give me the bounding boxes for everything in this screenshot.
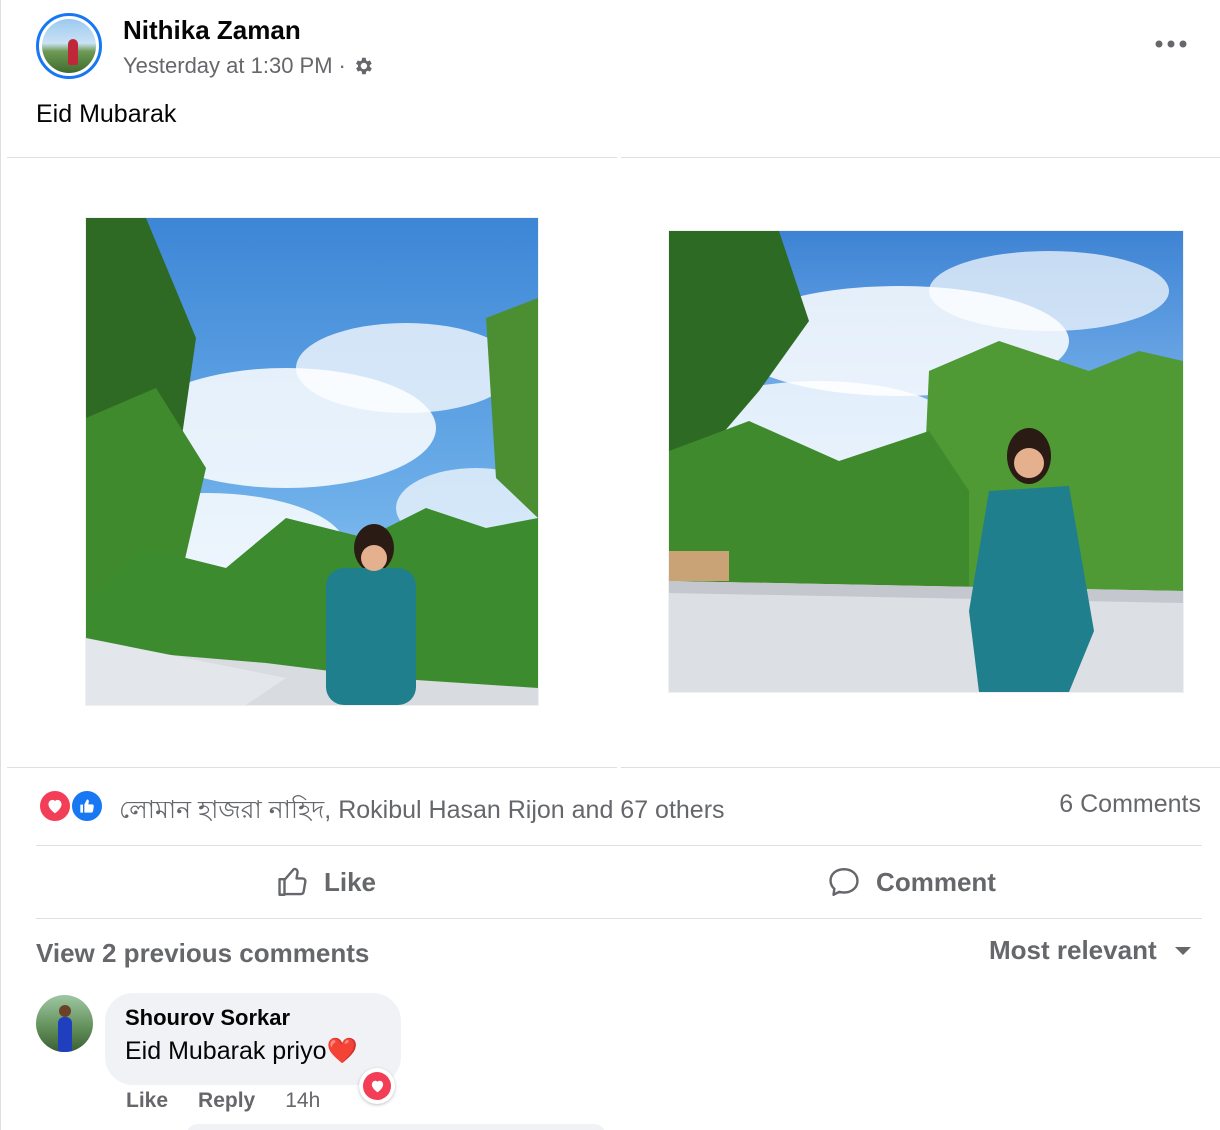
divider — [36, 845, 1202, 846]
like-reaction-icon — [70, 789, 104, 823]
next-comment-bubble — [186, 1124, 606, 1130]
comment-sort-dropdown[interactable]: Most relevant — [989, 935, 1193, 966]
more-options-button[interactable] — [1151, 28, 1191, 60]
photo-2[interactable] — [669, 231, 1183, 692]
post-text: Eid Mubarak — [36, 100, 177, 128]
comment-time[interactable]: 14h — [285, 1089, 320, 1113]
post-card: Nithika Zaman Yesterday at 1:30 PM · Eid… — [0, 0, 1220, 1130]
like-button-label: Like — [323, 866, 377, 897]
author-name[interactable]: Nithika Zaman — [123, 15, 301, 46]
comment-bubble: Shourov Sorkar Eid Mubarak priyo❤️ — [105, 993, 401, 1085]
comment-text: Eid Mubarak priyo❤️ — [125, 1037, 381, 1066]
post-timestamp[interactable]: Yesterday at 1:30 PM — [123, 53, 333, 79]
photo-1[interactable] — [86, 218, 538, 705]
reaction-icons[interactable] — [38, 789, 108, 825]
love-reaction-icon — [363, 1072, 391, 1100]
comment-actions: Like Reply 14h — [126, 1089, 320, 1113]
photo-cell-2[interactable] — [621, 159, 1220, 767]
heart-emoji: ❤️ — [326, 1037, 358, 1065]
divider — [621, 157, 1220, 158]
author-avatar[interactable] — [36, 13, 102, 79]
caret-down-icon — [1174, 946, 1191, 955]
divider — [621, 767, 1220, 768]
commenter-name[interactable]: Shourov Sorkar — [125, 1005, 381, 1031]
author-avatar-image — [42, 19, 96, 73]
comment-text-body: Eid Mubarak priyo — [125, 1037, 327, 1065]
comment-icon — [829, 868, 859, 896]
love-reaction-icon — [38, 789, 72, 823]
comment-button[interactable]: Comment — [616, 850, 1206, 914]
gear-icon[interactable] — [352, 55, 374, 77]
comment-reply-button[interactable]: Reply — [198, 1089, 255, 1113]
more-icon — [1155, 40, 1187, 48]
view-previous-comments-link[interactable]: View 2 previous comments — [36, 938, 369, 969]
comments-count[interactable]: 6 Comments — [1059, 790, 1201, 819]
comment-sort-label: Most relevant — [989, 935, 1157, 965]
photo-cell-1[interactable] — [7, 159, 617, 767]
divider — [7, 767, 617, 768]
divider — [36, 918, 1202, 919]
comment-like-button[interactable]: Like — [126, 1089, 168, 1113]
comment-reaction-badge[interactable] — [359, 1068, 395, 1104]
meta-separator: · — [338, 53, 346, 78]
divider — [7, 157, 617, 158]
thumbs-up-icon — [278, 867, 307, 896]
comment-button-label: Comment — [876, 866, 996, 897]
commenter-avatar[interactable] — [36, 995, 93, 1052]
like-button[interactable]: Like — [36, 850, 616, 914]
reaction-summary[interactable]: লোমান হাজরা নাহিদ, Rokibul Hasan Rijon a… — [119, 790, 725, 833]
post-meta: Yesterday at 1:30 PM · — [123, 53, 374, 79]
